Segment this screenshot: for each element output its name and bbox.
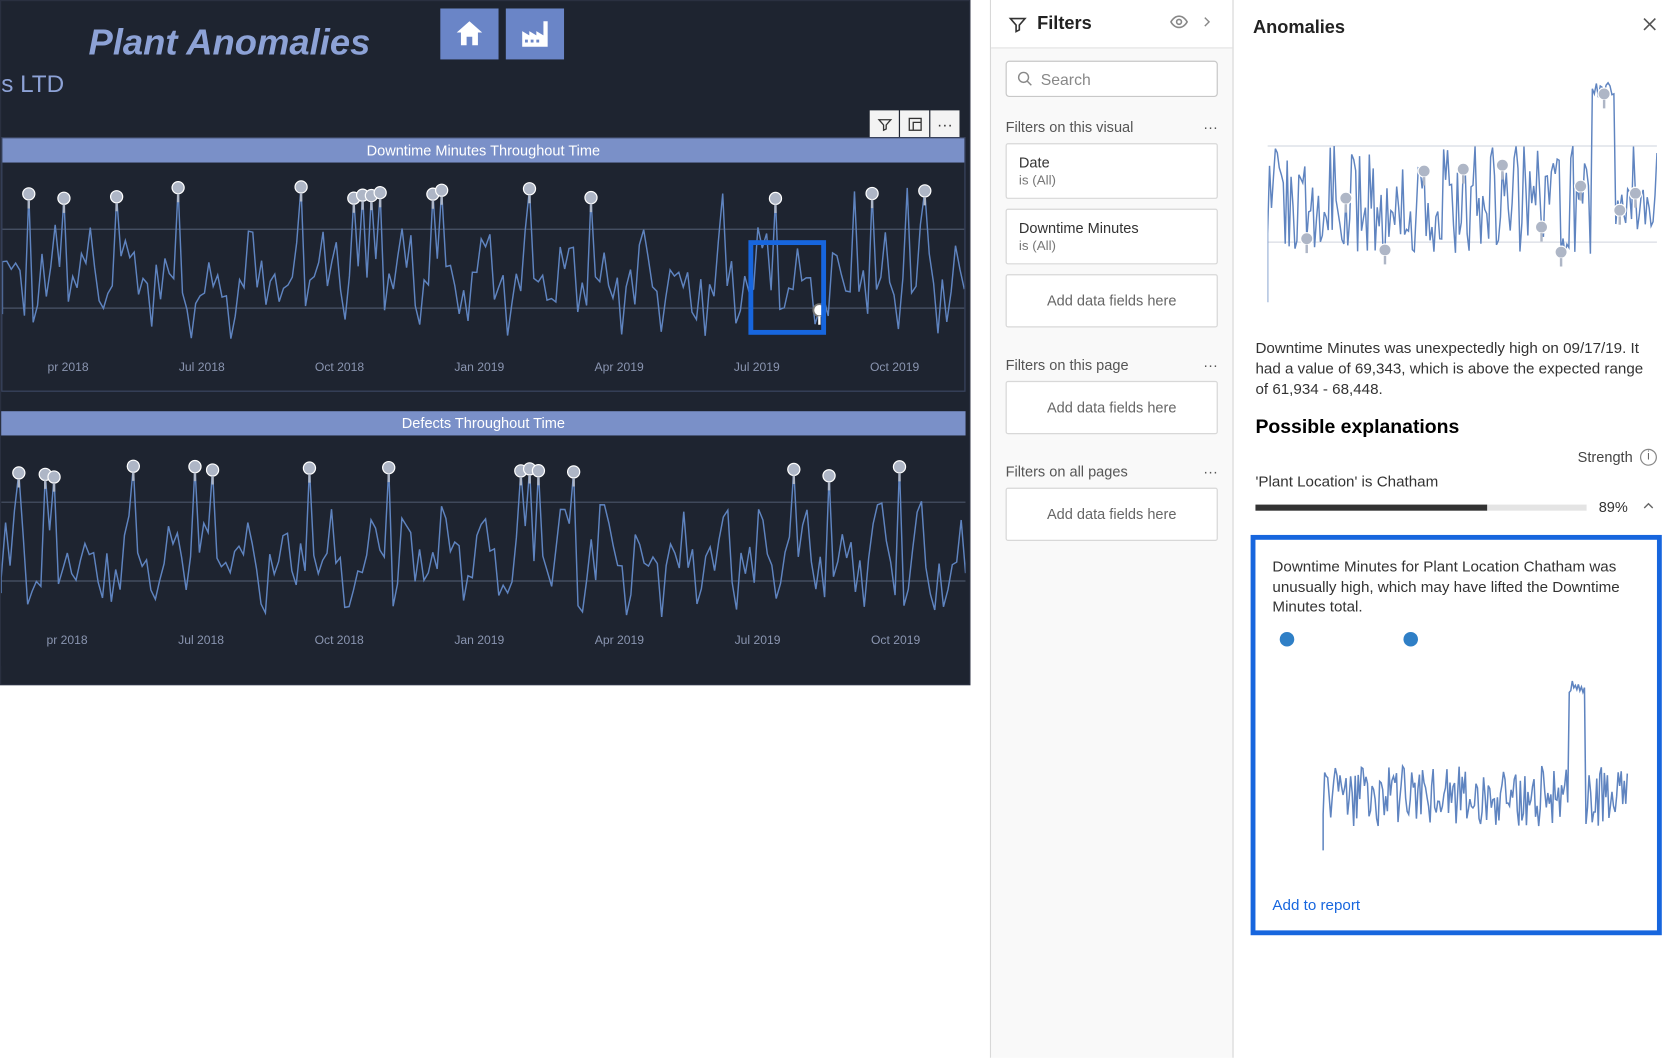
anomaly-description: Downtime Minutes was unexpectedly high o… <box>1234 334 1679 415</box>
x-label: Oct 2019 <box>870 361 919 374</box>
add-fields-drop-page[interactable]: Add data fields here <box>1006 381 1218 434</box>
legend-dot <box>1403 632 1418 647</box>
page-subtitle: s LTD <box>1 72 64 100</box>
anomaly-overview-chart[interactable] <box>1234 55 1679 334</box>
report-canvas: Plant Anomalies s LTD ··· <box>0 0 990 1058</box>
filter-section-title: Filters on all pages <box>1006 463 1128 480</box>
search-icon <box>1016 70 1033 87</box>
filters-expand-button[interactable] <box>1198 13 1215 34</box>
filters-visibility-toggle[interactable] <box>1169 12 1188 35</box>
filters-search-input[interactable]: Search <box>1006 61 1218 97</box>
ellipsis-icon: ··· <box>937 115 953 133</box>
filters-pane: Filters Search Filters on this visual ··… <box>990 0 1233 1058</box>
x-label: Jan 2019 <box>454 634 504 647</box>
chart-title: Downtime Minutes Throughout Time <box>2 138 964 162</box>
x-label: pr 2018 <box>48 361 89 374</box>
explanation-text: Downtime Minutes for Plant Location Chat… <box>1272 556 1640 617</box>
filter-section-title: Filters on this visual <box>1006 119 1134 136</box>
page-title: Plant Anomalies <box>89 23 371 64</box>
chevron-up-icon <box>1640 497 1657 514</box>
strength-percent: 89% <box>1599 499 1628 516</box>
blank-area <box>0 685 970 1049</box>
filter-field-value: is (All) <box>1019 173 1205 188</box>
explanations-heading: Possible explanations <box>1234 414 1679 448</box>
strength-bar <box>1255 504 1586 510</box>
anomaly-highlight <box>748 240 826 335</box>
add-fields-drop-visual[interactable]: Add data fields here <box>1006 274 1218 327</box>
filter-section-more[interactable]: ··· <box>1203 463 1218 480</box>
info-icon[interactable]: i <box>1640 448 1657 465</box>
filter-card-downtime[interactable]: Downtime Minutes is (All) <box>1006 209 1218 265</box>
x-label: Jul 2019 <box>734 361 780 374</box>
add-to-report-link[interactable]: Add to report <box>1272 897 1640 914</box>
explanation-chart[interactable] <box>1272 657 1640 875</box>
filter-card-date[interactable]: Date is (All) <box>1006 143 1218 199</box>
close-icon <box>1640 15 1659 34</box>
x-axis-labels: pr 2018 Jul 2018 Oct 2018 Jan 2019 Apr 2… <box>1 634 965 647</box>
filters-title: Filters <box>1037 13 1160 34</box>
x-label: Jan 2019 <box>454 361 504 374</box>
downtime-chart[interactable]: Downtime Minutes Throughout Time pr 2018… <box>1 137 965 392</box>
anomalies-pane: Anomalies Downtime Minutes was unexpecte… <box>1232 0 1678 1058</box>
x-label: Apr 2019 <box>595 634 644 647</box>
visual-filter-button[interactable] <box>870 110 899 137</box>
x-label: Apr 2019 <box>594 361 643 374</box>
chevron-right-icon <box>1198 13 1215 30</box>
focus-icon <box>907 116 923 132</box>
filter-section-more[interactable]: ··· <box>1203 357 1218 374</box>
x-label: Jul 2018 <box>178 634 224 647</box>
strength-fill <box>1255 504 1487 510</box>
x-label: Oct 2019 <box>871 634 920 647</box>
chart-plot <box>1 435 965 629</box>
funnel-icon <box>1008 14 1027 33</box>
anomalies-close-button[interactable] <box>1640 15 1659 40</box>
filter-field-name: Downtime Minutes <box>1019 220 1205 237</box>
anomalies-title: Anomalies <box>1253 17 1345 38</box>
home-icon <box>452 17 486 51</box>
chart-title: Defects Throughout Time <box>1 411 965 435</box>
x-axis-labels: pr 2018 Jul 2018 Oct 2018 Jan 2019 Apr 2… <box>2 361 964 374</box>
visual-more-button[interactable]: ··· <box>930 110 959 137</box>
filter-field-value: is (All) <box>1019 239 1205 254</box>
legend-dot <box>1280 632 1295 647</box>
filter-section-more[interactable]: ··· <box>1203 119 1218 136</box>
strength-label: Strength <box>1578 448 1633 465</box>
x-label: Oct 2018 <box>315 361 364 374</box>
legend <box>1272 632 1640 647</box>
visual-toolbar: ··· <box>870 110 960 137</box>
nav-home-button[interactable] <box>440 8 498 59</box>
visual-focus-button[interactable] <box>900 110 929 137</box>
eye-icon <box>1169 12 1188 31</box>
funnel-icon <box>876 116 892 132</box>
factory-icon <box>518 17 552 51</box>
x-label: Jul 2018 <box>179 361 225 374</box>
explanation-card: Downtime Minutes for Plant Location Chat… <box>1251 534 1662 935</box>
search-placeholder: Search <box>1041 70 1091 88</box>
add-fields-drop-all[interactable]: Add data fields here <box>1006 488 1218 541</box>
explanation-label: 'Plant Location' is Chatham <box>1234 473 1679 497</box>
x-label: Oct 2018 <box>315 634 364 647</box>
nav-factory-button[interactable] <box>506 8 564 59</box>
explanation-collapse-button[interactable] <box>1640 497 1657 518</box>
filter-field-name: Date <box>1019 154 1205 171</box>
filter-section-title: Filters on this page <box>1006 357 1129 374</box>
x-label: Jul 2019 <box>735 634 781 647</box>
report-page: Plant Anomalies s LTD ··· <box>0 0 970 685</box>
defects-chart[interactable]: Defects Throughout Time pr 2018 Jul 2018… <box>1 411 965 666</box>
x-label: pr 2018 <box>46 634 87 647</box>
